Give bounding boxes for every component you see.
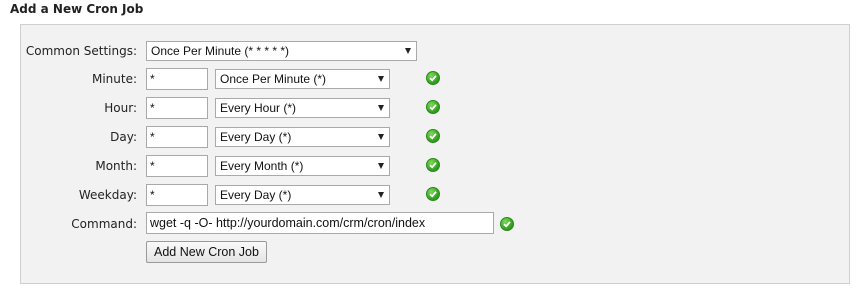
command-input[interactable]: wget -q -O- http://yourdomain.com/crm/cr…	[146, 212, 494, 234]
day-select-value: Every Day (*)	[220, 130, 292, 144]
month-select[interactable]: Every Month (*)	[215, 156, 390, 176]
dropdown-arrow-icon	[378, 163, 384, 169]
hour-valid-checkmark-icon	[426, 100, 440, 114]
dropdown-arrow-icon	[405, 48, 411, 54]
dropdown-arrow-icon	[378, 105, 384, 111]
common-settings-value: Once Per Minute (* * * * *)	[151, 44, 290, 58]
common-settings-label: Common Settings:	[25, 44, 137, 58]
dropdown-arrow-icon	[378, 192, 384, 198]
day-valid-checkmark-icon	[426, 129, 440, 143]
minute-input[interactable]: *	[146, 68, 208, 90]
weekday-label: Weekday:	[78, 188, 137, 202]
weekday-select-value: Every Day (*)	[220, 188, 292, 202]
dropdown-arrow-icon	[378, 76, 384, 82]
minute-label: Minute:	[91, 72, 137, 86]
weekday-input[interactable]: *	[146, 184, 208, 206]
month-label: Month:	[95, 159, 137, 173]
hour-label: Hour:	[104, 101, 137, 115]
hour-select-value: Every Hour (*)	[220, 101, 297, 115]
cron-form-panel: Common Settings: Once Per Minute (* * * …	[20, 24, 850, 284]
command-label: Command:	[71, 217, 137, 231]
section-title: Add a New Cron Job	[10, 2, 144, 16]
day-input[interactable]: *	[146, 126, 208, 148]
command-valid-checkmark-icon	[500, 217, 514, 231]
minute-select[interactable]: Once Per Minute (*)	[215, 69, 390, 89]
add-cron-job-button[interactable]: Add New Cron Job	[146, 241, 267, 263]
month-select-value: Every Month (*)	[220, 159, 304, 173]
month-input[interactable]: *	[146, 155, 208, 177]
weekday-select[interactable]: Every Day (*)	[215, 185, 390, 205]
day-select[interactable]: Every Day (*)	[215, 127, 390, 147]
weekday-valid-checkmark-icon	[426, 187, 440, 201]
hour-input[interactable]: *	[146, 97, 208, 119]
dropdown-arrow-icon	[378, 134, 384, 140]
hour-select[interactable]: Every Hour (*)	[215, 98, 390, 118]
minute-valid-checkmark-icon	[426, 71, 440, 85]
common-settings-select[interactable]: Once Per Minute (* * * * *)	[146, 41, 417, 61]
day-label: Day:	[110, 130, 137, 144]
minute-select-value: Once Per Minute (*)	[220, 72, 327, 86]
month-valid-checkmark-icon	[426, 158, 440, 172]
